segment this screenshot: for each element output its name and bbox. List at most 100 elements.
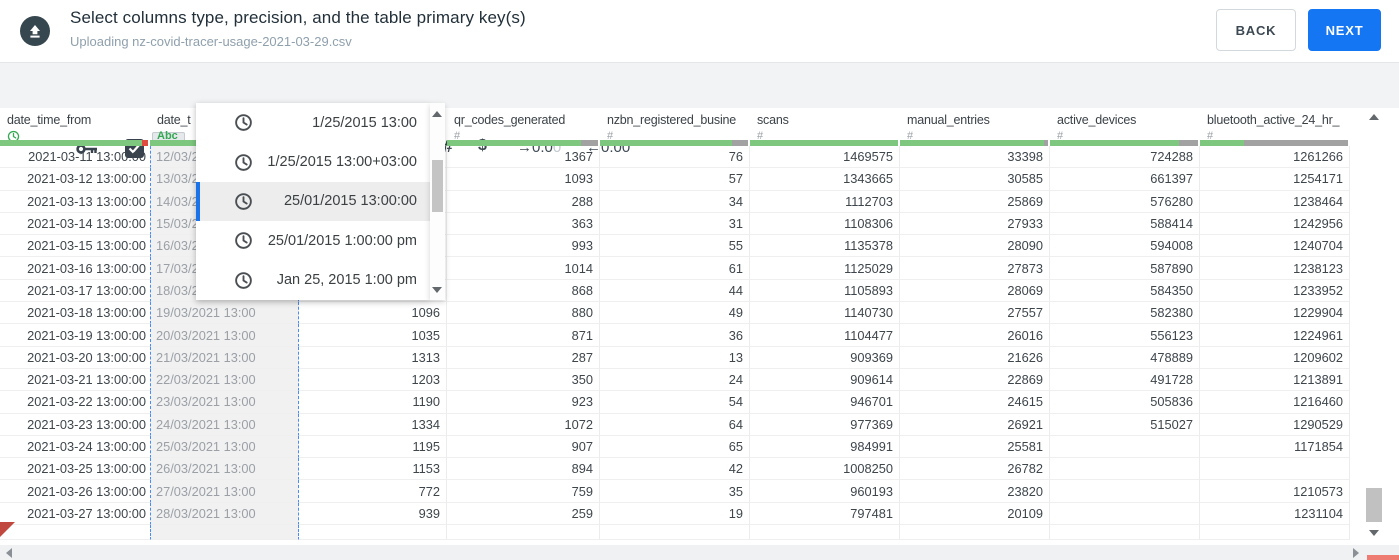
table-cell: 2021-03-25 13:00:00 xyxy=(0,458,150,481)
scroll-down-arrow[interactable] xyxy=(1369,530,1379,536)
table-cell: 1238464 xyxy=(1200,190,1350,213)
table-cell: 25581 xyxy=(900,435,1050,459)
table-cell: 1313 xyxy=(299,346,447,369)
table-cell: 1216460 xyxy=(1200,391,1350,414)
clock-icon xyxy=(234,113,253,132)
table-cell: 1224961 xyxy=(1200,324,1350,347)
format-option[interactable]: Jan 25, 2015 1:00 pm xyxy=(196,261,430,300)
table-cell: 363 xyxy=(447,212,600,236)
table-cell: 1035 xyxy=(299,324,447,347)
table-cell xyxy=(150,525,299,541)
table-cell: 759 xyxy=(447,480,600,503)
table-cell: 1254171 xyxy=(1200,168,1350,191)
column-header-date_time_from[interactable]: date_time_from xyxy=(0,108,150,144)
format-option[interactable]: 1/25/2015 13:00+03:00 xyxy=(196,142,430,181)
column-header-scans[interactable]: scans # xyxy=(750,108,900,144)
table-cell: 1229904 xyxy=(1200,302,1350,325)
format-dropdown: 1/25/2015 13:00 1/25/2015 13:00+03:00 25/0… xyxy=(196,103,430,300)
table-cell: 30585 xyxy=(900,168,1050,191)
table-cell: 22869 xyxy=(900,368,1050,392)
table-cell: 515027 xyxy=(1050,413,1200,436)
table-cell: 2021-03-19 13:00:00 xyxy=(0,324,150,347)
table-cell: 28090 xyxy=(900,235,1050,258)
table-cell: 27873 xyxy=(900,257,1050,280)
dropdown-scroll-up-arrow[interactable] xyxy=(432,111,442,117)
table-cell: 772 xyxy=(299,480,447,503)
format-option-label: Jan 25, 2015 1:00 pm xyxy=(276,272,417,289)
table-cell: 259 xyxy=(447,502,600,526)
table-cell: 1213891 xyxy=(1200,368,1350,392)
table-cell xyxy=(1200,525,1350,541)
table-cell: 1190 xyxy=(299,391,447,414)
scroll-notification-bar xyxy=(1367,555,1399,560)
table-cell: 1367 xyxy=(447,146,600,169)
clock-icon xyxy=(234,231,253,250)
table-cell: 1290529 xyxy=(1200,413,1350,436)
table-cell: 24 xyxy=(600,368,750,392)
table-cell: 27933 xyxy=(900,212,1050,236)
header: Select columns type, precision, and the … xyxy=(0,0,1399,62)
table-cell: 54 xyxy=(600,391,750,414)
back-button[interactable]: BACK xyxy=(1216,9,1296,51)
table-cell: 288 xyxy=(447,190,600,213)
table-cell: 797481 xyxy=(750,502,900,526)
dropdown-scrollbar-thumb[interactable] xyxy=(432,160,443,212)
table-cell: 2021-03-26 13:00:00 xyxy=(0,480,150,503)
table-cell: 1108306 xyxy=(750,212,900,236)
table-cell: 55 xyxy=(600,235,750,258)
table-cell: 993 xyxy=(447,235,600,258)
table-cell: 25869 xyxy=(900,190,1050,213)
table-cell xyxy=(447,525,600,541)
table-cell: 25/03/2021 13:00 xyxy=(150,435,299,459)
table-row: 2021-03-21 13:00:00 22/03/2021 13:00 1203 3… xyxy=(0,368,1350,392)
column-header-bluetooth_active_24_hr_[interactable]: bluetooth_active_24_hr_ # xyxy=(1200,108,1350,144)
table-cell: 22/03/2021 13:00 xyxy=(150,368,299,392)
table-cell: 350 xyxy=(447,368,600,392)
horizontal-scrollbar[interactable] xyxy=(0,545,1399,560)
table-cell: 2021-03-20 13:00:00 xyxy=(0,347,150,369)
format-option-selected[interactable]: 25/01/2015 13:00:00 xyxy=(196,181,430,222)
column-header-manual_entries[interactable]: manual_entries # xyxy=(900,108,1050,144)
column-name: bluetooth_active_24_hr_ xyxy=(1207,113,1340,127)
scroll-right-arrow[interactable] xyxy=(1353,548,1359,558)
table-cell: 1125029 xyxy=(750,257,900,280)
table-cell: 582380 xyxy=(1050,302,1200,325)
column-name: active_devices xyxy=(1057,113,1137,127)
table-cell: 61 xyxy=(600,257,750,280)
table-cell: 977369 xyxy=(750,413,900,436)
table-cell: 2021-03-17 13:00:00 xyxy=(0,280,150,303)
column-header-qr_codes_generated[interactable]: qr_codes_generated # xyxy=(447,108,600,144)
table-row: 2021-03-24 13:00:00 25/03/2021 13:00 1195 9… xyxy=(0,435,1350,459)
scroll-left-arrow[interactable] xyxy=(6,548,12,558)
table-cell: 894 xyxy=(447,458,600,481)
vertical-scrollbar[interactable] xyxy=(1363,110,1385,544)
table-cell xyxy=(1200,458,1350,481)
table-cell xyxy=(1050,525,1200,541)
table-cell: 27557 xyxy=(900,302,1050,325)
table-cell: 1171854 xyxy=(1200,435,1350,459)
table-cell xyxy=(1050,435,1200,459)
table-cell: 2021-03-11 13:00:00 xyxy=(0,146,150,169)
column-header-nzbn_registered_busine[interactable]: nzbn_registered_busine # xyxy=(600,108,750,144)
table-cell: 1072 xyxy=(447,413,600,436)
table-cell: 1008250 xyxy=(750,458,900,481)
format-option[interactable]: 1/25/2015 13:00 xyxy=(196,103,430,142)
scroll-up-arrow[interactable] xyxy=(1369,114,1379,120)
table-cell: 24615 xyxy=(900,391,1050,414)
table-cell: 960193 xyxy=(750,480,900,503)
table-cell: 64 xyxy=(600,413,750,436)
table-row: 2021-03-27 13:00:00 28/03/2021 13:00 939 25… xyxy=(0,502,1350,526)
vertical-scrollbar-thumb[interactable] xyxy=(1366,488,1382,522)
table-cell: 36 xyxy=(600,324,750,347)
dropdown-scroll-down-arrow[interactable] xyxy=(432,287,442,293)
next-button[interactable]: NEXT xyxy=(1308,9,1381,51)
table-cell: 2021-03-13 13:00:00 xyxy=(0,191,150,213)
format-option[interactable]: 25/01/2015 1:00:00 pm xyxy=(196,221,430,260)
clock-icon xyxy=(234,271,253,290)
dropdown-scrollbar[interactable] xyxy=(430,103,445,300)
column-header-active_devices[interactable]: active_devices # xyxy=(1050,108,1200,144)
table-cell: 1233952 xyxy=(1200,279,1350,303)
table-row: 2021-03-19 13:00:00 20/03/2021 13:00 1035 8… xyxy=(0,324,1350,347)
table-cell: 34 xyxy=(600,190,750,213)
table-cell: 1112703 xyxy=(750,190,900,213)
